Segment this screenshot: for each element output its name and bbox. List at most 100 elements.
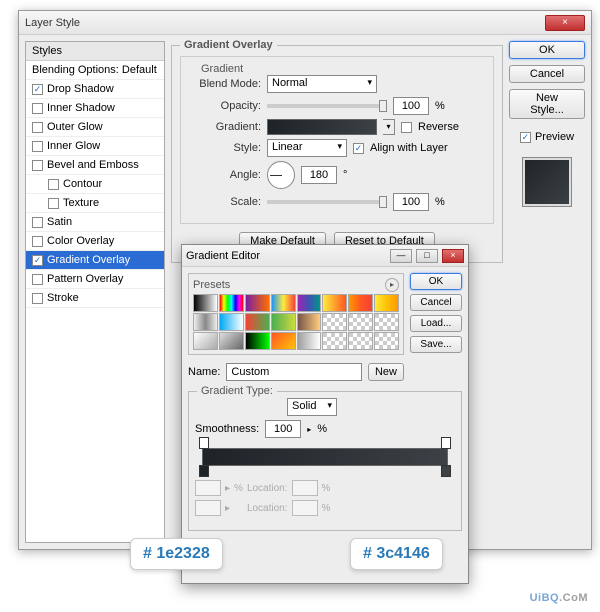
preview-checkbox[interactable]	[520, 132, 531, 143]
style-checkbox[interactable]	[48, 179, 59, 190]
gradient-preset[interactable]	[322, 294, 347, 312]
style-checkbox[interactable]	[32, 217, 43, 228]
gradient-preset[interactable]	[193, 313, 218, 331]
style-item-inner-glow[interactable]: Inner Glow	[26, 137, 164, 156]
name-label: Name:	[188, 366, 220, 378]
style-item-texture[interactable]: Texture	[26, 194, 164, 213]
gradient-preset[interactable]	[297, 294, 322, 312]
presets-menu-icon[interactable]: ▸	[385, 278, 399, 292]
style-label: Contour	[63, 178, 102, 190]
color-stop-left[interactable]	[199, 465, 209, 477]
style-item-gradient-overlay[interactable]: Gradient Overlay	[26, 251, 164, 270]
gradient-preset[interactable]	[374, 294, 399, 312]
gradient-preset[interactable]	[297, 313, 322, 331]
watermark: UiBQ.CoM	[530, 588, 588, 606]
cancel-button[interactable]: Cancel	[509, 65, 585, 83]
preview-swatch	[522, 157, 572, 207]
ok-button[interactable]: OK	[509, 41, 585, 59]
color-stop-right[interactable]	[441, 465, 451, 477]
gradient-swatch[interactable]	[267, 119, 377, 135]
gradient-ramp[interactable]	[202, 448, 448, 466]
style-item-satin[interactable]: Satin	[26, 213, 164, 232]
style-item-bevel-and-emboss[interactable]: Bevel and Emboss	[26, 156, 164, 175]
style-checkbox[interactable]	[48, 198, 59, 209]
style-item-drop-shadow[interactable]: Drop Shadow	[26, 80, 164, 99]
style-label: Inner Glow	[47, 140, 100, 152]
align-checkbox[interactable]	[353, 143, 364, 154]
close-button[interactable]: ×	[545, 15, 585, 31]
angle-input[interactable]: 180	[301, 166, 337, 184]
style-checkbox[interactable]	[32, 103, 43, 114]
opacity-input[interactable]: 100	[393, 97, 429, 115]
opacity-slider[interactable]	[267, 104, 387, 108]
style-label: Inner Shadow	[47, 102, 115, 114]
opacity-stop-left[interactable]	[199, 437, 209, 449]
align-label: Align with Layer	[370, 142, 448, 154]
gradient-preset[interactable]	[374, 332, 399, 350]
titlebar[interactable]: Layer Style ×	[19, 11, 591, 35]
reverse-checkbox[interactable]	[401, 122, 412, 133]
style-checkbox[interactable]	[32, 141, 43, 152]
ge-cancel-button[interactable]: Cancel	[410, 294, 462, 311]
gradient-preset[interactable]	[374, 313, 399, 331]
style-item-contour[interactable]: Contour	[26, 175, 164, 194]
preview-label: Preview	[535, 131, 574, 143]
style-checkbox[interactable]	[32, 84, 43, 95]
ge-save-button[interactable]: Save...	[410, 336, 462, 353]
styles-list: Styles Blending Options: Default Drop Sh…	[25, 41, 165, 543]
style-checkbox[interactable]	[32, 274, 43, 285]
smoothness-input[interactable]: 100	[265, 420, 301, 438]
style-select[interactable]: Linear	[267, 139, 347, 157]
minimize-button[interactable]: —	[390, 249, 412, 263]
gradient-preset[interactable]	[271, 332, 296, 350]
opacity-label: Opacity:	[189, 100, 261, 112]
angle-label: Angle:	[189, 169, 261, 181]
gradient-preset[interactable]	[322, 313, 347, 331]
gradient-preset[interactable]	[193, 332, 218, 350]
blend-mode-select[interactable]: Normal	[267, 75, 377, 93]
ge-titlebar[interactable]: Gradient Editor — □ ×	[182, 245, 468, 267]
style-checkbox[interactable]	[32, 293, 43, 304]
gradient-preset[interactable]	[245, 332, 270, 350]
style-item-inner-shadow[interactable]: Inner Shadow	[26, 99, 164, 118]
ge-close-button[interactable]: ×	[442, 249, 464, 263]
style-checkbox[interactable]	[32, 236, 43, 247]
gradient-preset[interactable]	[348, 294, 373, 312]
style-item-stroke[interactable]: Stroke	[26, 289, 164, 308]
angle-dial[interactable]	[267, 161, 295, 189]
new-gradient-button[interactable]: New	[368, 363, 404, 381]
gradient-preset[interactable]	[219, 294, 244, 312]
style-checkbox[interactable]	[32, 255, 43, 266]
gradient-preset[interactable]	[193, 294, 218, 312]
gradient-preset[interactable]	[297, 332, 322, 350]
style-checkbox[interactable]	[32, 160, 43, 171]
style-item-outer-glow[interactable]: Outer Glow	[26, 118, 164, 137]
scale-slider[interactable]	[267, 200, 387, 204]
gradient-preset[interactable]	[219, 332, 244, 350]
style-item-color-overlay[interactable]: Color Overlay	[26, 232, 164, 251]
name-input[interactable]: Custom	[226, 363, 362, 381]
smoothness-label: Smoothness:	[195, 423, 259, 435]
ge-ok-button[interactable]: OK	[410, 273, 462, 290]
gradient-dropdown[interactable]: ▾	[383, 119, 395, 135]
gradient-preset[interactable]	[245, 294, 270, 312]
grad-type-select[interactable]: Solid	[287, 398, 337, 416]
gradient-preset[interactable]	[322, 332, 347, 350]
style-checkbox[interactable]	[32, 122, 43, 133]
style-label: Drop Shadow	[47, 83, 114, 95]
gradient-preset[interactable]	[219, 313, 244, 331]
gradient-preset[interactable]	[271, 313, 296, 331]
scale-input[interactable]: 100	[393, 193, 429, 211]
gradient-type-box: Gradient Type: Solid Smoothness: 100 ▸ %…	[188, 391, 462, 531]
opacity-stop-right[interactable]	[441, 437, 451, 449]
styles-header[interactable]: Styles	[26, 42, 164, 61]
gradient-preset[interactable]	[348, 313, 373, 331]
gradient-preset[interactable]	[348, 332, 373, 350]
maximize-button[interactable]: □	[416, 249, 438, 263]
new-style-button[interactable]: New Style...	[509, 89, 585, 119]
blending-options[interactable]: Blending Options: Default	[26, 61, 164, 80]
gradient-preset[interactable]	[245, 313, 270, 331]
ge-load-button[interactable]: Load...	[410, 315, 462, 332]
style-item-pattern-overlay[interactable]: Pattern Overlay	[26, 270, 164, 289]
gradient-preset[interactable]	[271, 294, 296, 312]
